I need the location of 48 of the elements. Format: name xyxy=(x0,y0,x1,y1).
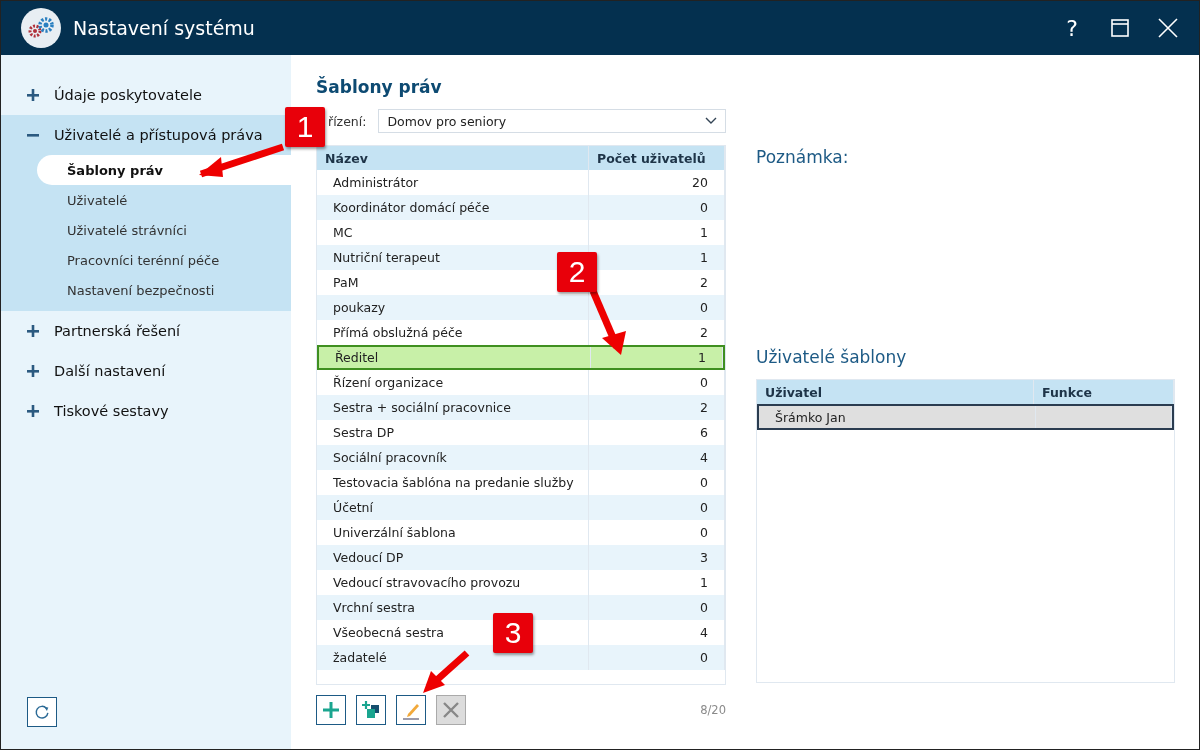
sidebar-subitem[interactable]: Nastavení bezpečnosti xyxy=(37,275,291,305)
expand-icon xyxy=(27,405,39,417)
sidebar-item[interactable]: Tiskové sestavy xyxy=(1,391,177,431)
maximize-icon xyxy=(1111,19,1129,37)
sidebar-subitem[interactable]: Šablony práv xyxy=(37,155,291,185)
table-row[interactable]: Sociální pracovník 4 xyxy=(317,445,725,470)
table-row[interactable]: Šrámko Jan xyxy=(757,404,1174,430)
sidebar-item[interactable]: Údaje poskytovatele xyxy=(1,75,210,115)
copy-button[interactable] xyxy=(356,695,386,725)
plus-icon xyxy=(320,699,342,721)
refresh-button[interactable] xyxy=(27,697,57,727)
sidebar-item[interactable]: Partnerská řešení xyxy=(1,311,189,351)
sidebar-subitem[interactable]: Uživatelé strávníci xyxy=(37,215,291,245)
edit-button[interactable] xyxy=(396,695,426,725)
table-row[interactable]: poukazy 0 xyxy=(317,295,725,320)
sidebar-subitem[interactable]: Pracovníci terénní péče xyxy=(37,245,291,275)
section-title: Uživatelé šablony xyxy=(756,347,908,367)
table-row[interactable]: Sestra + sociální pracovnice 2 xyxy=(317,395,725,420)
callout-arrow xyxy=(589,289,629,357)
page-title: Šablony práv xyxy=(316,77,443,97)
callout-badge: 2 xyxy=(557,252,597,292)
facility-label: řízení: xyxy=(328,113,367,129)
expand-icon xyxy=(27,365,39,377)
sidebar-item[interactable]: Další nastavení xyxy=(1,351,174,391)
table-row[interactable]: Koordinátor domácí péče 0 xyxy=(317,195,725,220)
sidebar-item[interactable]: Uživatelé a přístupová práva xyxy=(1,115,271,155)
copy-icon xyxy=(360,699,382,721)
table-row[interactable]: žadatelé 0 xyxy=(317,645,725,670)
table-row[interactable]: Vedoucí DP 3 xyxy=(317,545,725,570)
callout-badge: 1 xyxy=(285,107,325,147)
callout-arrow xyxy=(421,649,471,695)
close-icon xyxy=(1158,18,1178,38)
chevron-down-icon xyxy=(705,117,717,125)
refresh-icon xyxy=(33,703,51,721)
window-title: Nastavení systému xyxy=(73,17,256,39)
sidebar-subitem[interactable]: Uživatelé xyxy=(37,185,291,215)
callout-badge: 3 xyxy=(493,613,533,653)
add-button[interactable] xyxy=(316,695,346,725)
table-row[interactable]: Účetní 0 xyxy=(317,495,725,520)
gears-icon xyxy=(21,8,61,48)
expand-icon xyxy=(27,325,39,337)
facility-dropdown[interactable]: Domov pro seniory xyxy=(378,109,726,133)
record-counter: 8/20 xyxy=(700,703,726,717)
expand-icon xyxy=(27,89,39,101)
help-button[interactable]: ? xyxy=(1053,9,1091,47)
table-row[interactable]: Ředitel 1 xyxy=(317,345,725,370)
note-label: Poznámka: xyxy=(756,147,850,167)
table-row[interactable]: Vrchní sestra 0 xyxy=(317,595,725,620)
